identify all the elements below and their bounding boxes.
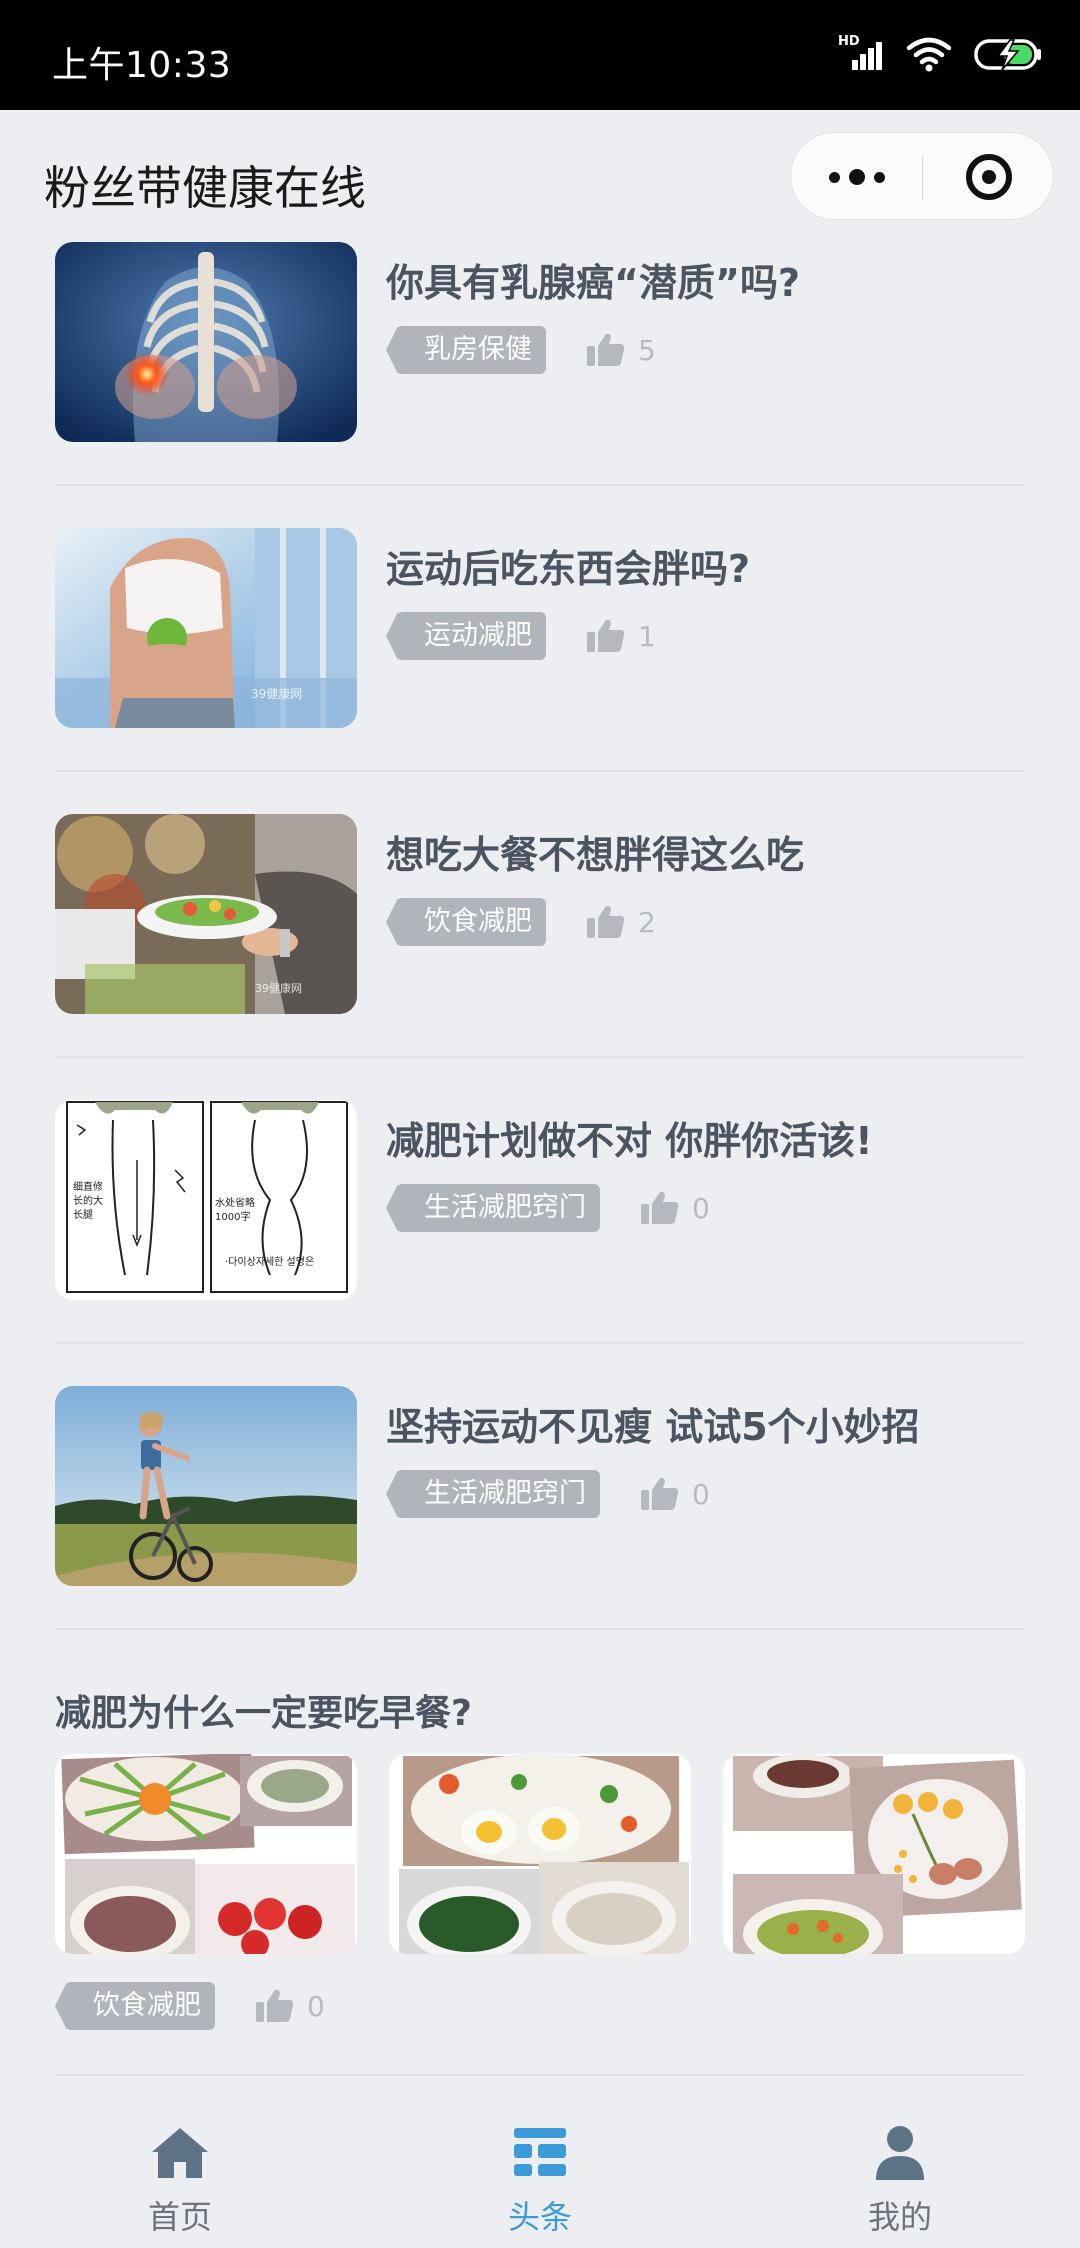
like-count[interactable]: 0 — [255, 1988, 325, 2024]
article-thumbnail — [55, 242, 357, 442]
tab-label: 头条 — [507, 2198, 572, 2236]
more-dot-icon — [828, 171, 840, 183]
more-dot-icon — [848, 169, 865, 185]
article-thumbnail: 39健康网 — [55, 814, 357, 1014]
status-bar: 上午10:33 HD — [0, 0, 1080, 110]
article-thumbnail: 细直修 长的大 长腿 水处省略 1000字 ·다이상자세한 설명은 — [55, 1100, 357, 1300]
divider — [55, 1056, 1025, 1058]
divider — [55, 770, 1025, 772]
like-count-value: 0 — [692, 1477, 710, 1511]
svg-text:·다이상자세한 설명은: ·다이상자세한 설명은 — [225, 1256, 314, 1268]
thumbs-up-icon — [587, 619, 625, 652]
divider — [55, 2074, 1025, 2076]
thumbs-up-icon — [641, 1477, 679, 1510]
article-meta: 饮食减肥 2 — [386, 898, 656, 946]
article-thumbnail: 39健康网 — [55, 528, 357, 728]
divider — [55, 484, 1025, 486]
article-meta: 乳房保健 5 — [386, 326, 656, 374]
svg-text:长腿: 长腿 — [73, 1209, 93, 1221]
tab-label: 首页 — [147, 2198, 212, 2236]
wifi-icon — [906, 37, 952, 72]
category-tag[interactable]: 饮食减肥 — [55, 1982, 215, 2030]
article-item-gallery[interactable]: 减肥为什么一定要吃早餐? 饮食减肥 0 — [55, 1660, 1025, 2030]
article-title[interactable]: 想吃大餐不想胖得这么吃 — [386, 824, 804, 879]
article-meta: 生活减肥窍门 0 — [386, 1470, 710, 1518]
divider — [55, 1342, 1025, 1344]
tab-bar: 首页 头条 我的 — [0, 2100, 1080, 2248]
article-title[interactable]: 减肥计划做不对 你胖你活该! — [386, 1110, 873, 1165]
article-meta: 生活减肥窍门 0 — [386, 1184, 710, 1232]
like-count-value: 2 — [638, 905, 656, 939]
like-count-value: 0 — [692, 1191, 710, 1225]
thumbs-up-icon — [641, 1191, 679, 1224]
tab-headlines[interactable]: 头条 — [360, 2100, 720, 2248]
like-count[interactable]: 0 — [640, 1190, 710, 1226]
category-tag[interactable]: 生活减肥窍门 — [386, 1470, 600, 1518]
status-time: 上午10:33 — [52, 45, 232, 86]
svg-text:39健康网: 39健康网 — [251, 686, 302, 701]
category-tag[interactable]: 乳房保健 — [386, 326, 546, 374]
signal-icon: HD — [838, 34, 884, 74]
gallery-image[interactable] — [55, 1754, 357, 1954]
category-tag[interactable]: 饮食减肥 — [386, 898, 546, 946]
like-count[interactable]: 0 — [640, 1476, 710, 1512]
svg-text:水处省略: 水处省略 — [215, 1196, 255, 1209]
nav-header: 粉丝带健康在线 — [0, 110, 1080, 244]
page-title: 粉丝带健康在线 — [44, 161, 366, 215]
svg-text:1000字: 1000字 — [215, 1210, 250, 1223]
more-options-button[interactable] — [791, 133, 922, 221]
mini-program-capsule — [790, 132, 1054, 220]
status-icons: HD — [838, 32, 1044, 76]
article-title[interactable]: 你具有乳腺癌“潜质”吗? — [386, 252, 800, 307]
category-tag[interactable]: 运动减肥 — [386, 612, 546, 660]
tab-label: 我的 — [867, 2198, 932, 2236]
close-mini-program-button[interactable] — [923, 133, 1055, 221]
svg-text:长的大: 长的大 — [73, 1194, 103, 1207]
user-icon — [876, 2126, 924, 2180]
battery-charging-icon — [974, 39, 1041, 71]
headlines-icon — [514, 2128, 566, 2176]
article-image-gallery — [55, 1754, 1025, 1954]
article-title[interactable]: 坚持运动不见瘦 试试5个小妙招 — [386, 1396, 920, 1451]
like-count[interactable]: 5 — [586, 332, 656, 368]
category-tag[interactable]: 生活减肥窍门 — [386, 1184, 600, 1232]
article-thumbnail — [55, 1386, 357, 1586]
svg-text:39健康网: 39健康网 — [255, 981, 302, 995]
gallery-image[interactable] — [723, 1754, 1025, 1954]
thumbs-up-icon — [587, 333, 625, 366]
tab-me[interactable]: 我的 — [720, 2100, 1080, 2248]
like-count-value: 0 — [307, 1989, 325, 2023]
thumbs-up-icon — [587, 905, 625, 938]
article-title[interactable]: 减肥为什么一定要吃早餐? — [55, 1684, 1025, 1736]
like-count[interactable]: 1 — [586, 618, 656, 654]
tab-home[interactable]: 首页 — [0, 2100, 360, 2248]
home-icon — [152, 2128, 208, 2178]
like-count-value: 5 — [638, 333, 656, 367]
article-meta: 饮食减肥 0 — [55, 1982, 325, 2030]
svg-text:细直修: 细直修 — [73, 1180, 103, 1193]
like-count-value: 1 — [638, 619, 656, 653]
article-title[interactable]: 运动后吃东西会胖吗? — [386, 538, 750, 593]
gallery-image[interactable] — [389, 1754, 691, 1954]
target-icon — [966, 154, 1012, 200]
article-meta: 运动减肥 1 — [386, 612, 656, 660]
like-count[interactable]: 2 — [586, 904, 656, 940]
more-dot-icon — [873, 171, 885, 183]
thumbs-up-icon — [256, 1989, 294, 2022]
network-badge: HD — [838, 34, 860, 49]
divider — [55, 1628, 1025, 1630]
